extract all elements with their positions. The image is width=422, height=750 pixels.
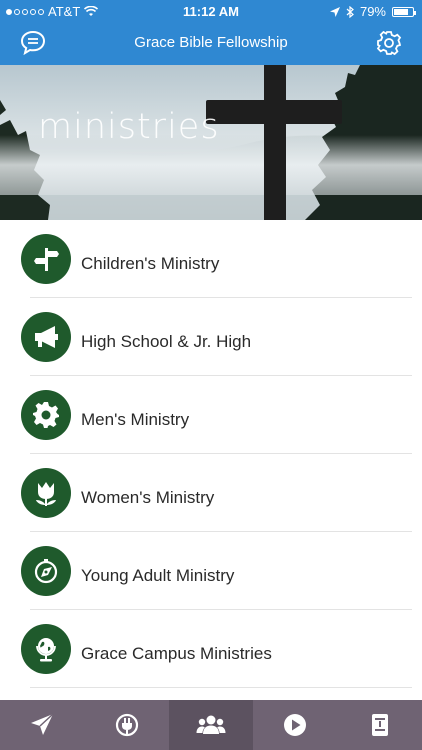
top-bar: AT&T 11:12 AM 79% Grace Bible Fellowship [0, 0, 422, 65]
settings-button[interactable] [374, 28, 404, 58]
tab-media[interactable] [253, 700, 337, 750]
ministry-label: Women's Ministry [81, 488, 215, 507]
ministry-item-grace-campus[interactable]: Grace Campus Ministries [0, 610, 422, 688]
ministry-label: Children's Ministry [81, 254, 220, 273]
globe-icon [36, 638, 56, 662]
app-title: Grace Bible Fellowship [134, 34, 288, 51]
location-arrow-icon [329, 6, 340, 17]
compass-icon [34, 559, 58, 584]
gear-icon [33, 402, 59, 428]
book-icon [371, 714, 388, 736]
bluetooth-icon [346, 5, 354, 18]
gear-icon [376, 30, 402, 56]
ministry-item-young-adult[interactable]: Young Adult Ministry [0, 532, 422, 610]
ministry-icon-circle [21, 546, 71, 596]
plug-icon [115, 713, 138, 737]
battery-icon [392, 6, 416, 17]
tab-send[interactable] [0, 700, 84, 750]
ministry-label: Men's Ministry [81, 410, 190, 429]
ministry-item-childrens[interactable]: Children's Ministry [0, 220, 422, 298]
megaphone-icon [35, 326, 58, 348]
people-icon [196, 715, 226, 734]
status-right: 79% [329, 4, 416, 19]
signpost-icon [34, 248, 59, 271]
ministry-label: High School & Jr. High [81, 332, 252, 351]
battery-percent: 79% [359, 4, 386, 19]
status-bar: AT&T 11:12 AM 79% [0, 0, 422, 22]
paper-plane-icon [31, 713, 54, 735]
bottom-tab-bar [0, 700, 422, 750]
ministry-item-womens[interactable]: Women's Ministry [0, 454, 422, 532]
ministry-label: Young Adult Ministry [81, 566, 235, 585]
divider [30, 687, 412, 688]
play-icon [284, 714, 307, 736]
ministry-item-mens[interactable]: Men's Ministry [0, 376, 422, 454]
cross-crossbar [206, 100, 342, 124]
hero-banner: ministries [0, 65, 422, 220]
ministry-label: Grace Campus Ministries [81, 644, 272, 663]
ministry-icon-circle [21, 624, 71, 674]
ministry-icon-circle [21, 234, 71, 284]
ministry-icon-circle [21, 312, 71, 362]
ministry-list: Children's Ministry High School & Jr. Hi… [0, 220, 422, 688]
tab-ministries[interactable] [168, 700, 254, 750]
ministry-icon-circle [21, 390, 71, 440]
ministry-icon-circle [21, 468, 71, 518]
cross-graphic [264, 65, 286, 220]
tab-bible[interactable] [338, 700, 422, 750]
tab-connect[interactable] [84, 700, 168, 750]
ministry-item-high-school[interactable]: High School & Jr. High [0, 298, 422, 376]
banner-title: ministries [38, 107, 220, 147]
tulip-icon [36, 482, 56, 506]
